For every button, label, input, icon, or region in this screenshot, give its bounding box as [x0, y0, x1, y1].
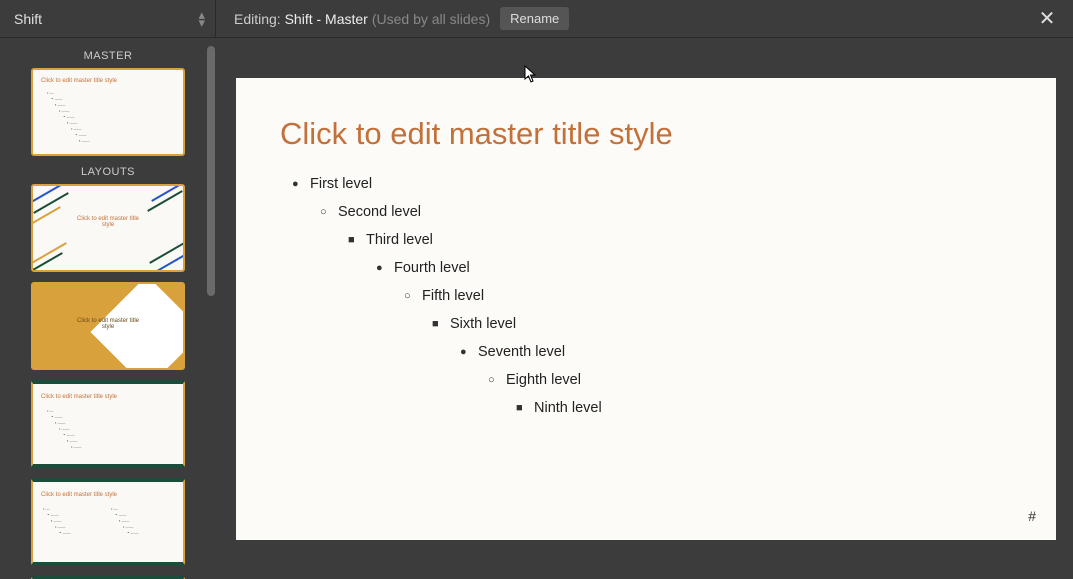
theme-selector[interactable]: Shift ▴▾: [0, 0, 216, 38]
top-bar: Shift ▴▾ Editing: Shift - Master(Used by…: [0, 0, 1073, 38]
rename-button[interactable]: Rename: [500, 7, 569, 30]
editing-label: Editing: Shift - Master(Used by all slid…: [234, 11, 490, 27]
layouts-section-label: LAYOUTS: [6, 166, 210, 178]
canvas-area[interactable]: Click to edit master title style First l…: [216, 38, 1073, 579]
slide-number-placeholder[interactable]: #: [1028, 508, 1036, 524]
master-section-label: MASTER: [6, 50, 210, 62]
text-level[interactable]: Fourth level: [394, 254, 1012, 282]
master-slide[interactable]: Click to edit master title style First l…: [236, 78, 1056, 540]
text-level[interactable]: Ninth level: [534, 394, 1012, 422]
text-level[interactable]: Sixth level: [450, 310, 1012, 338]
text-level[interactable]: Second level: [338, 198, 1012, 226]
updown-icon: ▴▾: [198, 11, 205, 27]
text-level[interactable]: Fifth level: [422, 282, 1012, 310]
text-level[interactable]: First level: [310, 170, 1012, 198]
text-level[interactable]: Seventh level: [478, 338, 1012, 366]
layout-thumbnail-4[interactable]: Click to edit master title style • — ∘ —…: [31, 478, 185, 566]
layout-thumbnail-1[interactable]: Click to edit master title style: [31, 184, 185, 272]
theme-name: Shift: [14, 11, 42, 27]
layout-thumbnail-3[interactable]: Click to edit master title style • — ∘ —…: [31, 380, 185, 468]
body-placeholder[interactable]: First levelSecond levelThird levelFourth…: [280, 170, 1012, 422]
sidebar-scrollbar[interactable]: [206, 46, 216, 326]
text-level[interactable]: Third level: [366, 226, 1012, 254]
master-title-placeholder[interactable]: Click to edit master title style: [280, 116, 1012, 152]
close-icon[interactable]: ✕: [1035, 7, 1059, 31]
layout-thumbnail-2[interactable]: Click to edit master title style: [31, 282, 185, 370]
text-level[interactable]: Eighth level: [506, 366, 1012, 394]
master-thumbnail[interactable]: Click to edit master title style • — ∘ —…: [31, 68, 185, 156]
sidebar[interactable]: MASTER Click to edit master title style …: [0, 38, 216, 579]
scrollbar-thumb[interactable]: [207, 46, 215, 296]
main-area: MASTER Click to edit master title style …: [0, 38, 1073, 579]
